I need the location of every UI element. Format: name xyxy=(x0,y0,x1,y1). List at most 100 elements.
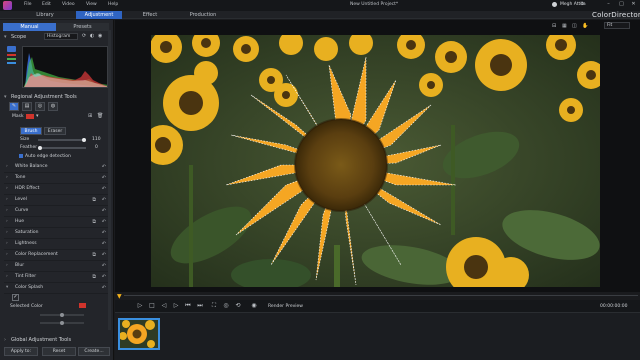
undo-icon[interactable]: ↶ xyxy=(102,228,106,238)
skip-back-icon[interactable]: ⏮ xyxy=(184,302,192,310)
chevron-down-icon[interactable]: ▾ xyxy=(4,34,7,40)
chevron-down-icon[interactable]: ▾ xyxy=(36,113,39,119)
radial-tool-icon[interactable]: ◎ xyxy=(35,102,45,111)
undo-icon[interactable]: ↶ xyxy=(102,206,106,216)
hand-icon[interactable]: ✋ xyxy=(582,23,588,29)
undo-icon[interactable]: ↶ xyxy=(102,195,106,205)
skip-forward-icon[interactable]: ⏭ xyxy=(196,302,204,310)
copy-icon[interactable]: ⧉ xyxy=(92,250,96,260)
adjustment-row-blur[interactable]: › Blur ↶ xyxy=(4,261,108,272)
chevron-right-icon[interactable]: › xyxy=(4,337,6,343)
size-value[interactable]: 110 xyxy=(92,137,101,142)
adjustment-row-hdr-effect[interactable]: › HDR Effect ↶ xyxy=(4,184,108,195)
color-range-slider[interactable] xyxy=(40,313,84,317)
loop-icon[interactable]: ⟲ xyxy=(234,302,242,310)
histogram-channel-button[interactable] xyxy=(7,46,16,52)
fullscreen-icon[interactable]: ⛶ xyxy=(210,302,218,310)
feather-slider-handle[interactable] xyxy=(38,146,42,150)
timeline-ruler[interactable] xyxy=(124,295,638,296)
mask-tool-icon[interactable]: ◍ xyxy=(48,102,58,111)
blue-channel-icon[interactable] xyxy=(7,62,16,64)
tab-effect[interactable]: Effect xyxy=(132,11,168,19)
tab-presets[interactable]: Presets xyxy=(56,23,109,31)
play-icon[interactable]: ▷ xyxy=(136,302,144,310)
playhead-marker-icon[interactable]: ▼ xyxy=(117,293,122,300)
menu-view[interactable]: View xyxy=(86,2,97,7)
adjustment-row-curve[interactable]: › Curve ↶ xyxy=(4,206,108,217)
maximize-icon[interactable]: □ xyxy=(617,1,626,9)
color-wheel-icon[interactable]: ◐ xyxy=(90,33,94,39)
gradient-tool-icon[interactable]: ▤ xyxy=(22,102,32,111)
refresh-icon[interactable]: ⟳ xyxy=(82,33,86,39)
undo-icon[interactable]: ↶ xyxy=(102,261,106,271)
close-icon[interactable]: ✕ xyxy=(629,1,638,9)
green-channel-icon[interactable] xyxy=(7,58,16,60)
undo-icon[interactable]: ↶ xyxy=(102,272,106,282)
copy-icon[interactable]: ⧉ xyxy=(92,217,96,227)
eye-icon[interactable]: ◉ xyxy=(250,302,258,310)
size-slider[interactable] xyxy=(38,138,86,142)
preview-image[interactable] xyxy=(151,35,600,287)
zoom-select[interactable]: Fit xyxy=(604,22,630,29)
undo-icon[interactable]: ↶ xyxy=(102,173,106,183)
adjustment-row-saturation[interactable]: › Saturation ↶ xyxy=(4,228,108,239)
adjustment-row-tint-filter[interactable]: › Tint Filter ⧉ ↶ xyxy=(4,272,108,283)
settings-icon[interactable]: ⚙ xyxy=(580,2,584,7)
color-strength-slider[interactable] xyxy=(40,321,84,325)
left-panel-scrollbar[interactable] xyxy=(108,30,111,330)
render-preview-button[interactable]: Render Preview xyxy=(268,304,303,309)
feather-slider[interactable] xyxy=(38,146,86,150)
undo-icon[interactable]: ↶ xyxy=(102,250,106,260)
minimize-icon[interactable]: – xyxy=(604,1,613,9)
adjustment-row-hue[interactable]: › Hue ⧉ ↶ xyxy=(4,217,108,228)
split-icon[interactable]: ◫ xyxy=(572,23,577,29)
prev-frame-icon[interactable]: ◁ xyxy=(160,302,168,310)
adjustment-row-tone[interactable]: › Tone ↶ xyxy=(4,173,108,184)
grid-icon[interactable]: ▦ xyxy=(562,23,567,29)
adjustment-row-lightness[interactable]: › Lightness ↶ xyxy=(4,239,108,250)
compare-icon[interactable]: ⊟ xyxy=(552,23,556,29)
feather-value[interactable]: 0 xyxy=(95,145,98,150)
menu-edit[interactable]: Edit xyxy=(42,2,51,7)
tab-production[interactable]: Production xyxy=(180,11,226,19)
tab-library[interactable]: Library xyxy=(25,11,65,19)
menu-help[interactable]: Help xyxy=(108,2,118,7)
create-button[interactable]: Create... xyxy=(78,347,110,356)
selected-color-swatch[interactable] xyxy=(79,303,86,308)
logo-icon[interactable] xyxy=(3,1,12,10)
adjustment-row-color-replacement[interactable]: › Color Replacement ⧉ ↶ xyxy=(4,250,108,261)
undo-icon[interactable]: ↶ xyxy=(102,184,106,194)
reset-button[interactable]: Reset xyxy=(42,347,76,356)
undo-icon[interactable]: ↶ xyxy=(102,239,106,249)
undo-icon[interactable]: ↶ xyxy=(102,283,106,293)
adjustment-row-color-splash[interactable]: ▾ Color Splash ↶ xyxy=(4,283,108,294)
apply-to-button[interactable]: Apply to: xyxy=(4,347,38,356)
add-mask-icon[interactable]: ⊞ xyxy=(88,113,92,119)
eyedropper-icon[interactable]: ✓ xyxy=(12,294,19,301)
mask-color-swatch[interactable] xyxy=(26,114,34,119)
menu-file[interactable]: File xyxy=(24,2,32,7)
color-range-handle[interactable] xyxy=(60,313,64,317)
next-frame-icon[interactable]: ▷ xyxy=(172,302,180,310)
stop-icon[interactable]: □ xyxy=(148,302,156,310)
scope-select[interactable]: Histogram xyxy=(44,33,78,40)
size-slider-handle[interactable] xyxy=(82,138,86,142)
tab-adjustment[interactable]: Adjustment xyxy=(76,11,122,19)
snapshot-icon[interactable]: ◎ xyxy=(222,302,230,310)
copy-icon[interactable]: ⧉ xyxy=(92,272,96,282)
brush-tool-icon[interactable]: ✎ xyxy=(9,102,19,111)
copy-icon[interactable]: ⧉ xyxy=(92,195,96,205)
tab-manual[interactable]: Manual xyxy=(3,23,56,31)
chevron-down-icon[interactable]: ▾ xyxy=(4,94,7,100)
eraser-button[interactable]: Eraser xyxy=(44,127,66,135)
menu-video[interactable]: Video xyxy=(62,2,75,7)
color-strength-handle[interactable] xyxy=(60,321,64,325)
brush-button[interactable]: Brush xyxy=(20,127,42,135)
auto-edge-checkbox[interactable] xyxy=(19,154,23,158)
delete-icon[interactable]: 🗑 xyxy=(97,113,103,119)
clip-thumbnail[interactable] xyxy=(118,318,160,350)
undo-icon[interactable]: ↶ xyxy=(102,162,106,172)
undo-icon[interactable]: ↶ xyxy=(102,217,106,227)
adjustment-row-level[interactable]: › Level ⧉ ↶ xyxy=(4,195,108,206)
adjustment-row-white-balance[interactable]: › White Balance ↶ xyxy=(4,162,108,173)
